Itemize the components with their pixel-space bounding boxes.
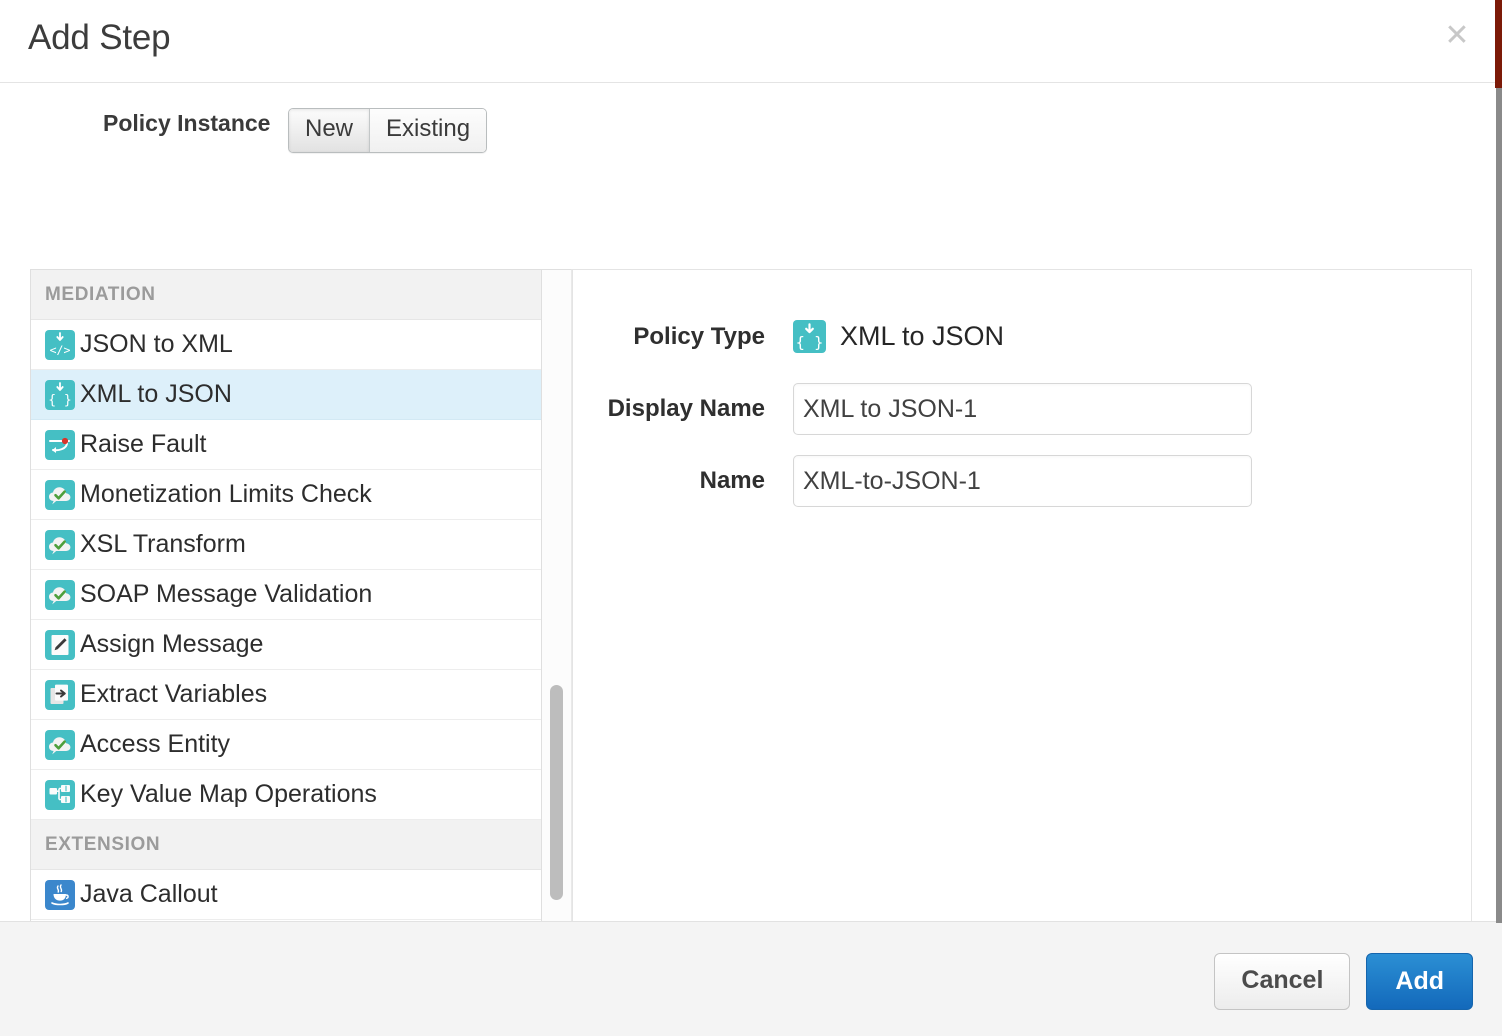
cloud-check-icon — [45, 480, 75, 510]
list-group-header: EXTENSION — [31, 820, 541, 870]
add-step-dialog: Add Step ✕ Policy Instance New Existing … — [0, 0, 1502, 1036]
list-item-label: JSON to XML — [80, 330, 233, 359]
list-item[interactable]: { } XML to JSON — [31, 370, 541, 420]
list-item-label: Monetization Limits Check — [80, 480, 372, 509]
right-edge-artifact-red — [1495, 0, 1502, 88]
policy-type-row: Policy Type { } XML to JSON — [573, 320, 1004, 353]
footer-actions: Cancel Add — [1214, 953, 1473, 1010]
name-input[interactable] — [793, 455, 1252, 507]
raise-fault-icon — [45, 430, 75, 460]
key-value-map-icon — [45, 780, 75, 810]
list-item[interactable]: Assign Message — [31, 620, 541, 670]
xml-to-json-icon: { } — [793, 320, 826, 353]
cloud-check-icon — [45, 730, 75, 760]
policy-instance-row: Policy Instance New Existing — [0, 83, 1502, 175]
list-item[interactable]: </> JSON to XML — [31, 320, 541, 370]
xml-to-json-icon: { } — [45, 380, 75, 410]
list-item-label: XML to JSON — [80, 380, 232, 409]
list-item[interactable]: Extract Variables — [31, 670, 541, 720]
list-group-header: MEDIATION — [31, 270, 541, 320]
policy-instance-option-new[interactable]: New — [289, 109, 369, 152]
dialog-footer: Cancel Add — [0, 921, 1502, 1036]
pencil-document-icon — [45, 630, 75, 660]
display-name-row: Display Name — [573, 383, 1252, 435]
list-item-label: Access Entity — [80, 730, 230, 759]
cancel-button[interactable]: Cancel — [1214, 953, 1350, 1010]
policy-instance-option-existing[interactable]: Existing — [369, 109, 486, 152]
cloud-check-icon — [45, 580, 75, 610]
list-item-label: SOAP Message Validation — [80, 580, 372, 609]
policy-type-label: Policy Type — [573, 323, 793, 351]
list-item-label: XSL Transform — [80, 530, 246, 559]
list-item[interactable]: Java Callout — [31, 870, 541, 920]
display-name-input[interactable] — [793, 383, 1252, 435]
svg-text:{ }: { } — [48, 393, 71, 408]
list-item[interactable]: Access Entity — [31, 720, 541, 770]
policy-list-panel: MEDIATION </> JSON to XML { } XML to JSON Rai… — [30, 269, 542, 969]
policy-instance-label: Policy Instance — [103, 110, 270, 137]
display-name-label: Display Name — [573, 395, 793, 423]
close-icon[interactable]: ✕ — [1442, 22, 1472, 52]
document-arrow-icon — [45, 680, 75, 710]
list-item[interactable]: Raise Fault — [31, 420, 541, 470]
panels: MEDIATION </> JSON to XML { } XML to JSON Rai… — [30, 269, 1472, 921]
svg-text:</>: </> — [50, 343, 71, 357]
java-icon — [45, 880, 75, 910]
dialog-header: Add Step ✕ — [0, 0, 1502, 83]
policy-list-scrollbar[interactable] — [542, 269, 572, 969]
policy-type-value: { } XML to JSON — [793, 320, 1004, 353]
cloud-check-icon — [45, 530, 75, 560]
policy-detail-panel: Policy Type { } XML to JSON Display Name — [572, 269, 1472, 969]
list-item-label: Raise Fault — [80, 430, 206, 459]
dialog-body: Policy Instance New Existing MEDIATION</… — [0, 83, 1502, 921]
add-button[interactable]: Add — [1366, 953, 1473, 1010]
list-item[interactable]: SOAP Message Validation — [31, 570, 541, 620]
list-item-label: Key Value Map Operations — [80, 780, 377, 809]
name-label: Name — [573, 467, 793, 495]
list-item[interactable]: Monetization Limits Check — [31, 470, 541, 520]
policy-type-text: XML to JSON — [840, 321, 1004, 352]
list-item[interactable]: Key Value Map Operations — [31, 770, 541, 820]
policy-instance-toggle[interactable]: New Existing — [288, 108, 487, 153]
list-item-label: Java Callout — [80, 880, 218, 909]
page-title: Add Step — [28, 18, 170, 58]
list-item[interactable]: XSL Transform — [31, 520, 541, 570]
json-to-xml-icon: </> — [45, 330, 75, 360]
list-item-label: Extract Variables — [80, 680, 267, 709]
right-edge-artifact-gray — [1496, 88, 1502, 923]
svg-text:{ }: { } — [796, 334, 824, 352]
list-item-label: Assign Message — [80, 630, 263, 659]
policy-list[interactable]: MEDIATION </> JSON to XML { } XML to JSON Rai… — [31, 270, 541, 969]
scrollbar-thumb[interactable] — [550, 685, 563, 900]
name-row: Name — [573, 455, 1252, 507]
